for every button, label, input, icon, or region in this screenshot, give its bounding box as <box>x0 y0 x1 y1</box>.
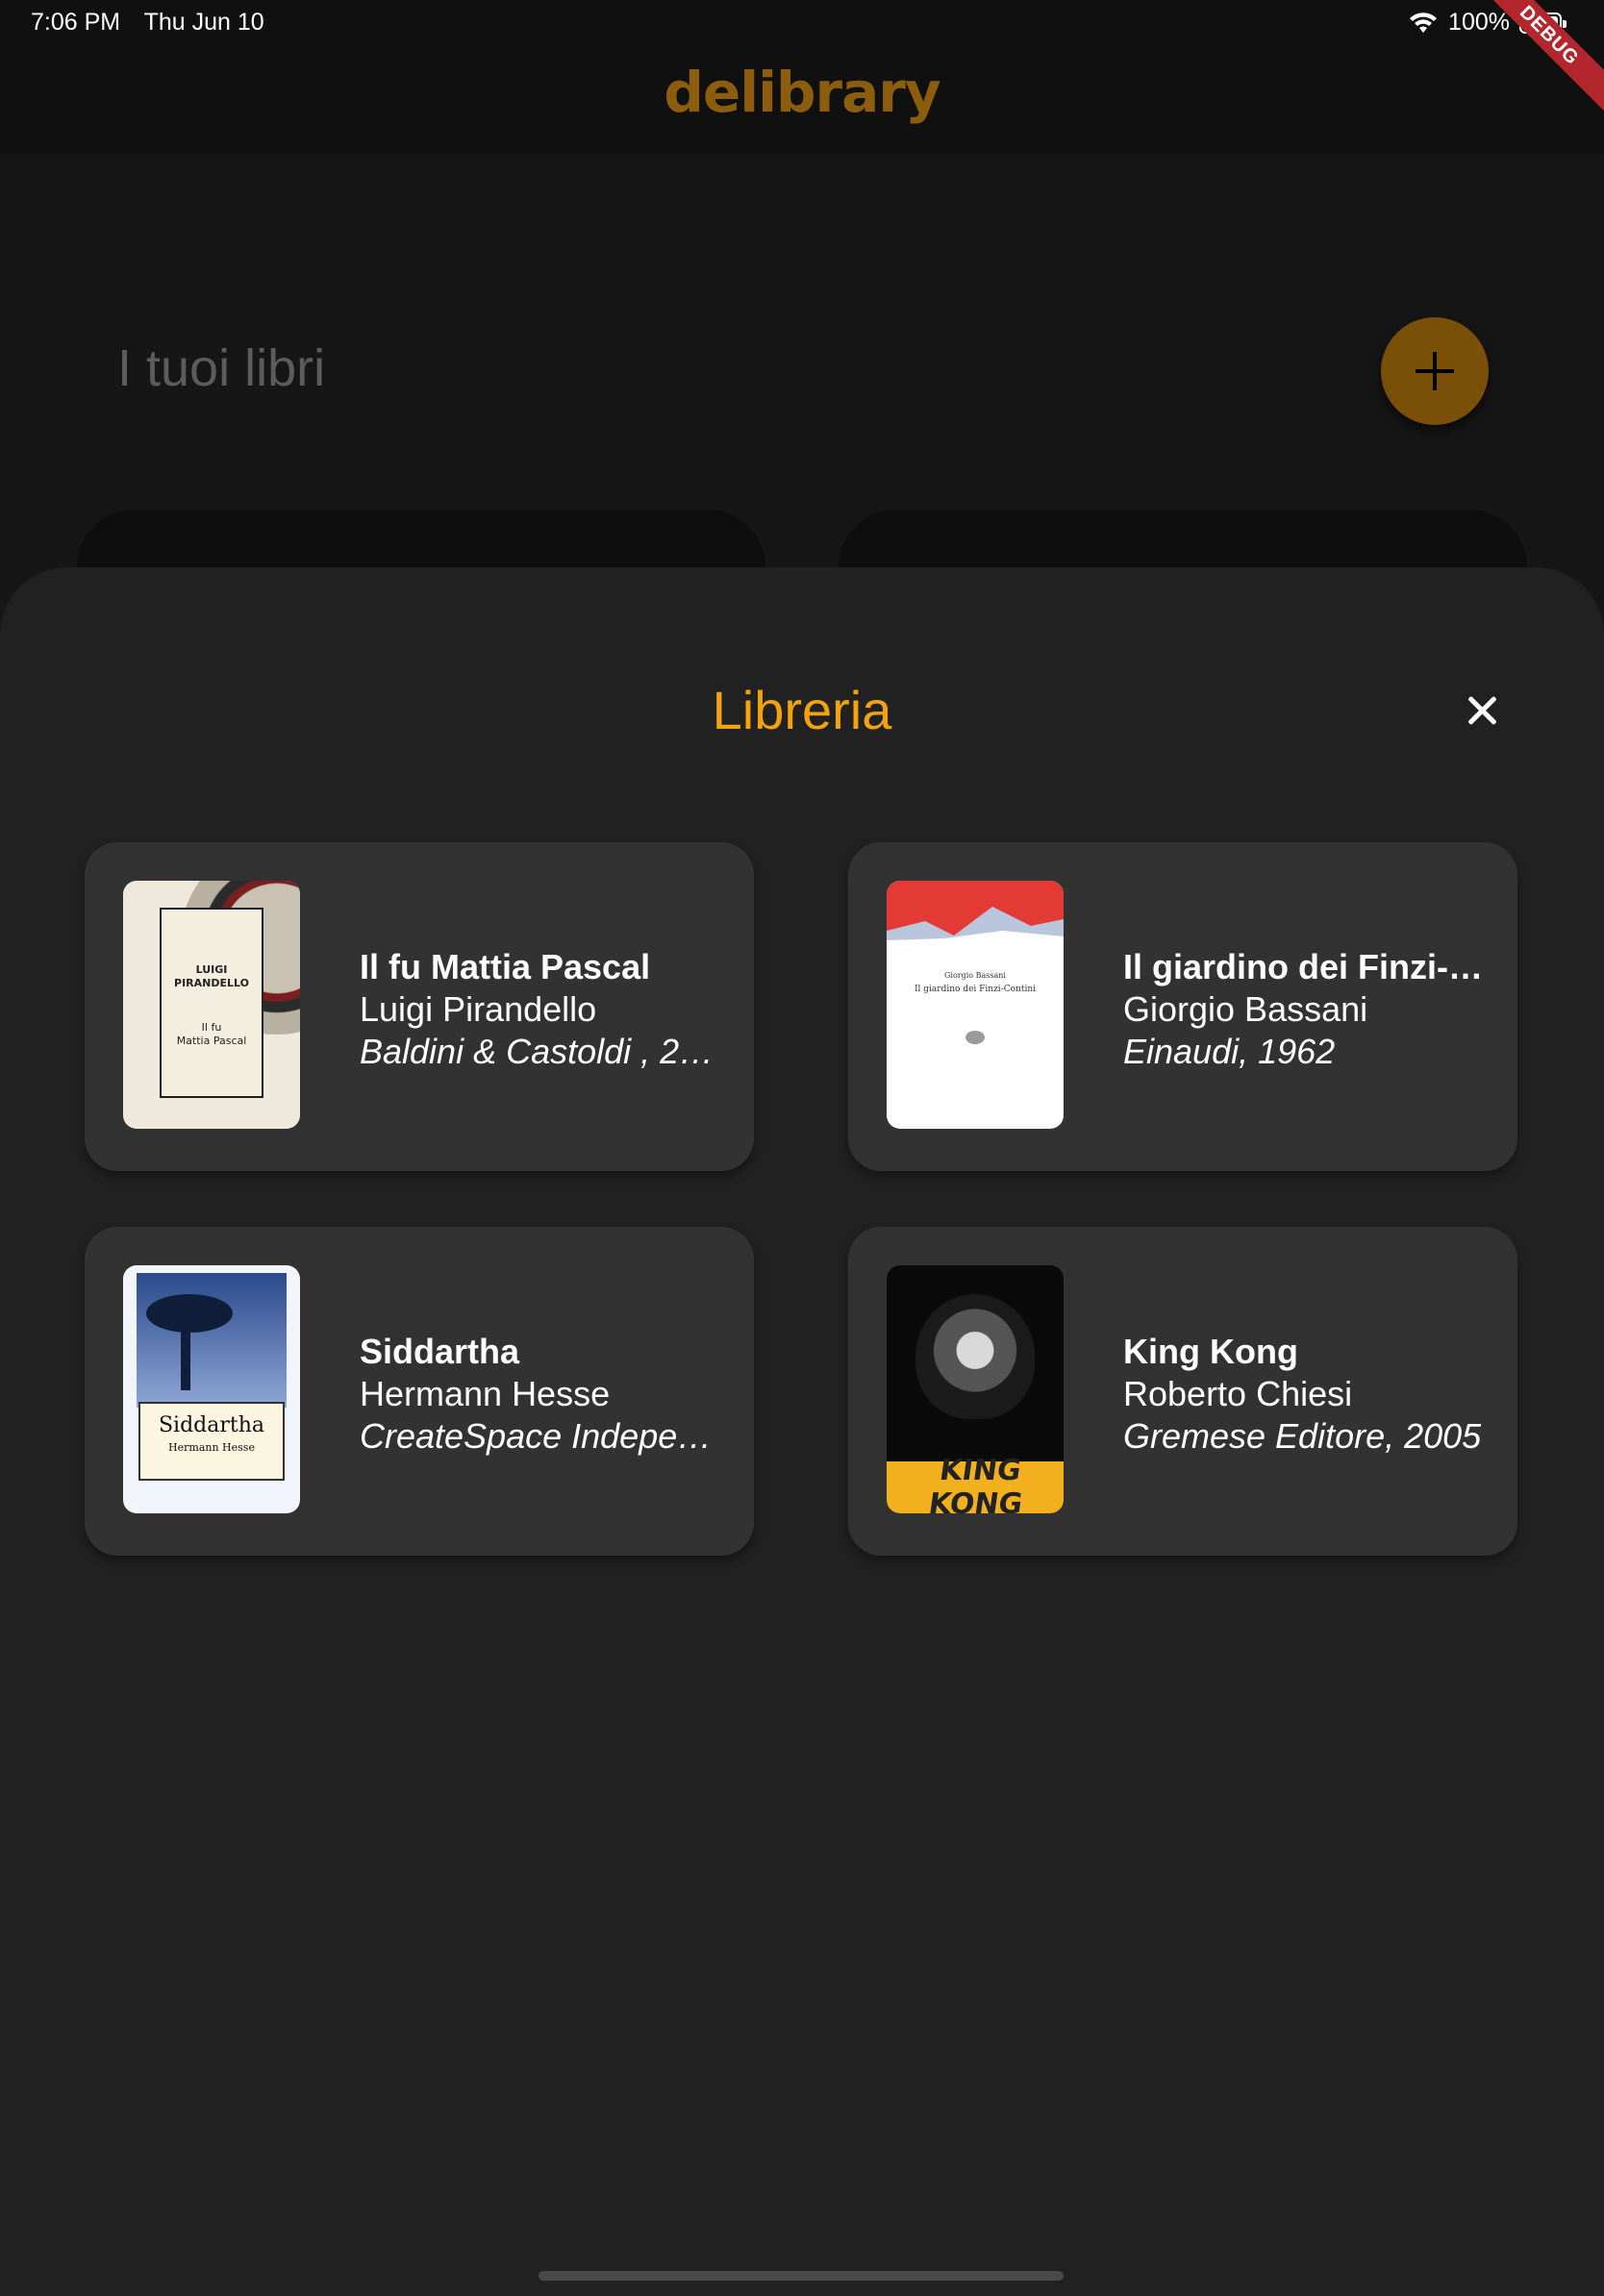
section-title: I tuoi libri <box>117 339 326 397</box>
book-cover: Giorgio Bassani Il giardino dei Finzi-Co… <box>887 881 1064 1129</box>
close-icon[interactable] <box>1458 686 1506 735</box>
book-card[interactable]: LUIGI PIRANDELLO Il fu Mattia Pascal Il … <box>85 842 754 1171</box>
book-publisher: Einaudi, 1962 <box>1123 1032 1336 1071</box>
book-publisher: CreateSpace Independent Publishing Platf… <box>360 1416 725 1456</box>
book-author: Giorgio Bassani <box>1123 989 1368 1029</box>
book-author: Roberto Chiesi <box>1123 1374 1353 1413</box>
book-title: Il fu Mattia Pascal <box>360 947 651 986</box>
book-cover: LUIGI PIRANDELLO Il fu Mattia Pascal <box>123 881 300 1129</box>
battery-percent: 100% <box>1448 9 1510 36</box>
book-publisher: Gremese Editore, 2005 <box>1123 1416 1482 1456</box>
book-card[interactable]: KING KONG King Kong Roberto Chiesi Greme… <box>848 1227 1517 1556</box>
library-sheet: Libreria LUIGI PIRANDELLO Il fu Mattia P… <box>0 567 1604 2296</box>
add-book-button[interactable] <box>1381 317 1489 425</box>
book-author: Luigi Pirandello <box>360 989 597 1029</box>
status-date: Thu Jun 10 <box>143 9 264 36</box>
book-title: Siddartha <box>360 1332 520 1371</box>
book-title: Il giardino dei Finzi-Contini <box>1123 947 1489 986</box>
book-card[interactable]: Giorgio Bassani Il giardino dei Finzi-Co… <box>848 842 1517 1171</box>
book-cover: Siddartha Hermann Hesse <box>123 1265 300 1513</box>
plus-icon <box>1416 352 1454 390</box>
book-author: Hermann Hesse <box>360 1374 611 1413</box>
status-time: 7:06 PM <box>31 9 121 36</box>
book-title: King Kong <box>1123 1332 1298 1371</box>
home-indicator[interactable] <box>539 2271 1064 2281</box>
sheet-title: Libreria <box>712 680 892 740</box>
app-title: delibrary <box>664 60 940 125</box>
book-cover: KING KONG <box>887 1265 1064 1513</box>
book-card[interactable]: Siddartha Hermann Hesse Siddartha Herman… <box>85 1227 754 1556</box>
status-bar: 7:06 PM Thu Jun 10 100% DEBUG <box>0 0 1604 111</box>
book-publisher: Baldini & Castoldi , 2014 <box>360 1032 725 1071</box>
wifi-icon <box>1410 12 1438 33</box>
